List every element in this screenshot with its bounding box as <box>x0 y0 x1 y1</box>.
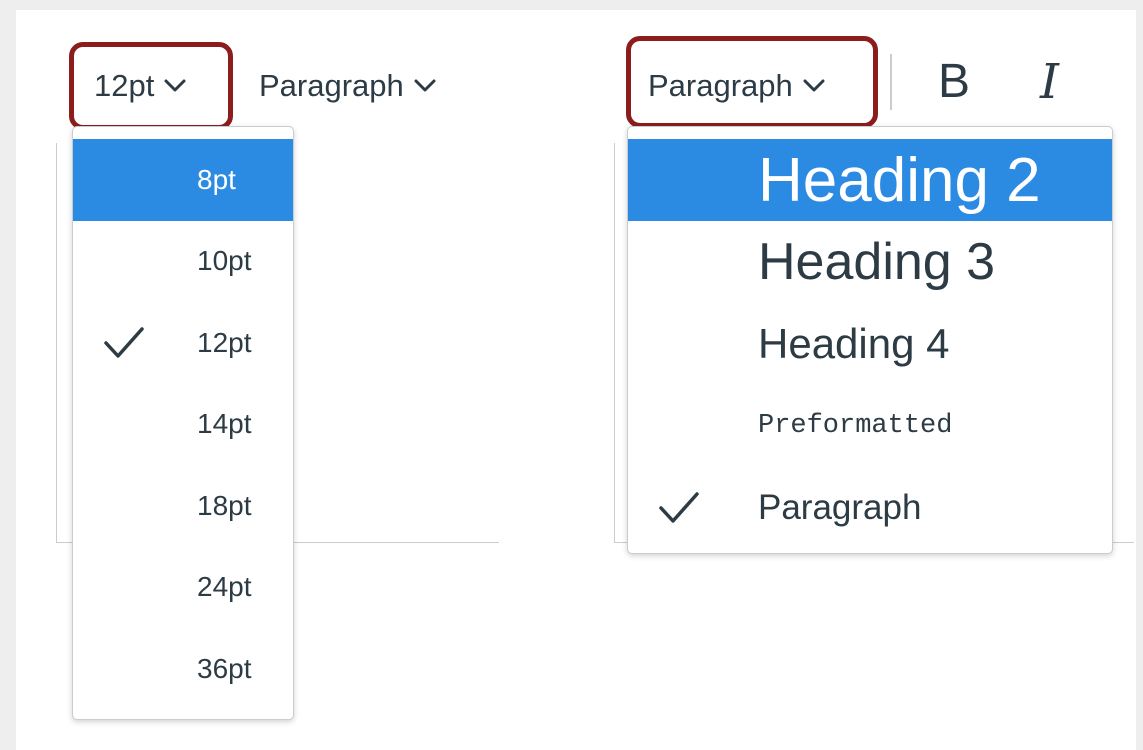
font-size-option-label: 14pt <box>197 408 252 440</box>
font-size-option-label: 18pt <box>197 489 252 521</box>
font-size-option-label: 8pt <box>197 163 236 195</box>
font-size-option-18pt[interactable]: 18pt <box>73 465 293 547</box>
block-format-dropdown-button-left[interactable]: Paragraph <box>259 68 436 104</box>
italic-button[interactable]: I <box>1040 54 1059 110</box>
font-size-option-label: 12pt <box>197 326 252 358</box>
block-option-heading-3[interactable]: Heading 3 <box>628 221 1112 303</box>
font-size-option-36pt[interactable]: 36pt <box>73 628 293 710</box>
font-size-option-label: 24pt <box>197 571 252 603</box>
block-option-label: Preformatted <box>758 411 953 441</box>
block-option-heading-4[interactable]: Heading 4 <box>628 303 1112 385</box>
bold-button[interactable]: B <box>938 54 970 109</box>
block-format-button-label: Paragraph <box>648 68 793 103</box>
chevron-down-icon <box>803 79 825 93</box>
font-size-option-14pt[interactable]: 14pt <box>73 384 293 466</box>
block-option-label: Paragraph <box>758 488 922 527</box>
screenshot-frame: 12pt Paragraph 8pt 10pt 12pt 14pt 18pt 2… <box>16 10 1136 750</box>
font-size-option-24pt[interactable]: 24pt <box>73 547 293 629</box>
font-size-menu: 8pt 10pt 12pt 14pt 18pt 24pt 36pt <box>72 126 294 720</box>
font-size-option-8pt[interactable]: 8pt <box>73 139 293 221</box>
block-option-label: Heading 3 <box>758 233 996 291</box>
block-option-heading-2[interactable]: Heading 2 <box>628 139 1112 221</box>
chevron-down-icon <box>164 79 186 93</box>
font-size-option-label: 36pt <box>197 652 252 684</box>
block-option-label: Heading 2 <box>758 145 1041 215</box>
font-size-option-10pt[interactable]: 10pt <box>73 221 293 303</box>
block-format-menu: Heading 2 Heading 3 Heading 4 Preformatt… <box>627 126 1113 554</box>
checkmark-icon <box>658 491 700 525</box>
toolbar-separator <box>890 54 892 110</box>
chevron-down-icon <box>414 79 436 93</box>
font-size-button-label: 12pt <box>94 68 155 103</box>
font-size-dropdown-button[interactable]: 12pt <box>94 68 186 104</box>
block-option-paragraph[interactable]: Paragraph <box>628 467 1112 549</box>
font-size-option-12pt[interactable]: 12pt <box>73 302 293 384</box>
block-format-button-label: Paragraph <box>259 68 404 103</box>
block-option-label: Heading 4 <box>758 320 950 367</box>
block-format-dropdown-button-right[interactable]: Paragraph <box>648 68 825 104</box>
block-option-preformatted[interactable]: Preformatted <box>628 385 1112 467</box>
checkmark-icon <box>103 326 145 360</box>
font-size-option-label: 10pt <box>197 245 252 277</box>
